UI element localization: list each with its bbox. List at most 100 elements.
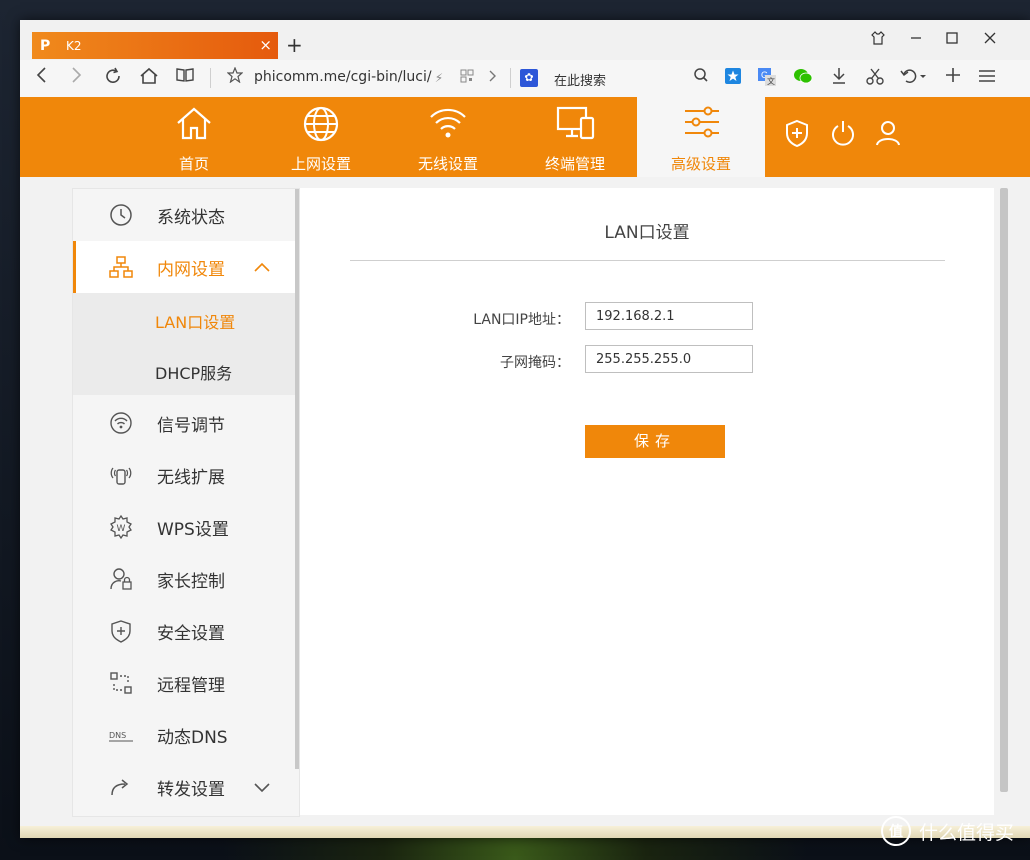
- sidebar-item-wps[interactable]: W WPS设置: [73, 501, 295, 553]
- watermark-logo: 值: [880, 816, 911, 846]
- phicomm-logo-icon: P: [40, 37, 51, 54]
- sidebar-item-extender[interactable]: 无线扩展: [73, 449, 295, 501]
- extender-icon: [109, 463, 133, 487]
- sidebar-item-label: 远程管理: [157, 675, 225, 696]
- reload-icon[interactable]: [102, 67, 124, 91]
- sidebar-item-security[interactable]: 安全设置: [73, 605, 295, 657]
- sidebar-item-label: 系统状态: [157, 207, 225, 228]
- signal-icon: [109, 411, 133, 435]
- sidebar-item-label: 信号调节: [157, 415, 225, 436]
- lan-ip-input[interactable]: 192.168.2.1: [585, 302, 753, 330]
- footer-strip: [20, 826, 1030, 838]
- page-title: LAN口设置: [604, 223, 690, 243]
- home-nav-icon[interactable]: [138, 67, 160, 91]
- clock-icon: [109, 203, 133, 227]
- sidebar: 系统状态 内网设置 LAN口设置 DHCP服务 信号调节 无线扩展 W WPS设…: [72, 188, 300, 817]
- search-input[interactable]: 在此搜索: [554, 70, 606, 89]
- minimize-button[interactable]: [906, 30, 926, 49]
- menu-devices-label: 终端管理: [544, 155, 605, 173]
- screenshot-scissors-icon[interactable]: [864, 67, 886, 91]
- parent-control-icon: [109, 567, 133, 591]
- maximize-button[interactable]: [942, 30, 962, 49]
- forward-icon: [109, 775, 133, 799]
- sidebar-item-label: 安全设置: [157, 623, 225, 644]
- sidebar-subitem-dhcp[interactable]: DHCP服务: [73, 344, 295, 395]
- sidebar-subitem-label: LAN口设置: [155, 313, 236, 332]
- search-icon[interactable]: [690, 67, 712, 89]
- sidebar-scrollbar[interactable]: [295, 189, 299, 769]
- sidebar-item-parental-control[interactable]: 家长控制: [73, 553, 295, 605]
- sliders-icon: [685, 106, 719, 138]
- menu-wireless-label: 无线设置: [417, 155, 478, 173]
- menu-home[interactable]: 首页: [139, 97, 249, 177]
- navigation-bar: phicomm.me/cgi-bin/luci/ ⚡ ✿ 在此搜索 G文: [20, 60, 1030, 98]
- browser-tab[interactable]: P K2 ×: [32, 32, 278, 59]
- power-icon[interactable]: [830, 119, 856, 151]
- menu-home-label: 首页: [178, 155, 209, 173]
- main-panel: LAN口设置 LAN口IP地址： 192.168.2.1 子网掩码： 255.2…: [300, 188, 994, 815]
- svg-text:DNS: DNS: [109, 731, 126, 740]
- sidebar-item-ddns[interactable]: DNS 动态DNS: [73, 709, 295, 761]
- watermark: 值 什么值得买: [880, 816, 1014, 846]
- download-icon[interactable]: [828, 67, 850, 91]
- sidebar-item-signal[interactable]: 信号调节: [73, 397, 295, 449]
- svg-text:W: W: [117, 524, 126, 534]
- favorites-icon[interactable]: [722, 67, 744, 91]
- menu-advanced[interactable]: 高级设置: [637, 97, 765, 177]
- qr-code-icon[interactable]: [456, 67, 478, 89]
- sidebar-item-label: 动态DNS: [157, 727, 228, 748]
- back-icon[interactable]: [30, 67, 52, 89]
- bookmark-star-icon[interactable]: [224, 66, 246, 89]
- network-icon: [109, 255, 133, 279]
- user-icon[interactable]: [875, 119, 901, 151]
- shirt-icon[interactable]: [868, 30, 888, 49]
- title-bar: P K2 × +: [20, 20, 1030, 60]
- home-icon: [177, 107, 211, 140]
- sidebar-item-label: 无线扩展: [157, 467, 225, 488]
- new-tab-button[interactable]: +: [286, 33, 303, 57]
- menu-icon[interactable]: [976, 67, 998, 89]
- menu-internet[interactable]: 上网设置: [266, 97, 376, 177]
- subnet-mask-label: 子网掩码：: [500, 355, 570, 371]
- menu-devices[interactable]: 终端管理: [520, 97, 630, 177]
- sidebar-item-label: 转发设置: [157, 779, 225, 800]
- watermark-text: 什么值得买: [918, 821, 1014, 844]
- menu-advanced-label: 高级设置: [670, 155, 731, 173]
- lightning-icon[interactable]: ⚡: [428, 67, 450, 89]
- forward-icon[interactable]: [66, 67, 88, 89]
- sidebar-item-forwarding[interactable]: 转发设置: [73, 761, 295, 813]
- chevron-right-icon[interactable]: [482, 67, 504, 89]
- add-icon[interactable]: [942, 67, 964, 89]
- sidebar-item-remote[interactable]: 远程管理: [73, 657, 295, 709]
- chevron-up-icon: [253, 258, 271, 277]
- translate-icon[interactable]: G文: [756, 67, 778, 93]
- separator: [510, 68, 511, 88]
- undo-icon[interactable]: [900, 67, 926, 91]
- sidebar-item-label: WPS设置: [157, 519, 229, 540]
- separator: [210, 68, 211, 88]
- chevron-down-icon: [253, 778, 271, 797]
- tab-close-icon[interactable]: ×: [259, 36, 272, 54]
- remote-icon: [109, 671, 133, 695]
- paw-icon[interactable]: ✿: [520, 69, 538, 87]
- close-window-button[interactable]: [980, 30, 1000, 49]
- browser-window: P K2 × + phicomm.me/cgi-bin/luci/ ⚡ ✿ 在此…: [20, 20, 1030, 838]
- title-divider: [350, 260, 945, 261]
- subnet-mask-input[interactable]: 255.255.255.0: [585, 345, 753, 373]
- wechat-icon[interactable]: [792, 67, 814, 91]
- sidebar-item-system-status[interactable]: 系统状态: [73, 189, 295, 241]
- reading-mode-icon[interactable]: [174, 67, 196, 89]
- sidebar-item-lan[interactable]: 内网设置: [73, 241, 298, 293]
- sidebar-subitem-label: DHCP服务: [155, 364, 233, 383]
- wifi-icon: [430, 108, 466, 138]
- menu-wireless[interactable]: 无线设置: [393, 97, 503, 177]
- shield-plus-header-icon[interactable]: [785, 119, 809, 151]
- svg-text:文: 文: [767, 76, 775, 86]
- main-scrollbar[interactable]: [1000, 188, 1008, 792]
- url-field[interactable]: phicomm.me/cgi-bin/luci/: [254, 69, 432, 85]
- save-button[interactable]: 保存: [585, 425, 725, 458]
- sidebar-subitem-lan-port[interactable]: LAN口设置: [73, 293, 295, 344]
- sidebar-item-label: 家长控制: [157, 571, 225, 592]
- shield-plus-icon: [109, 619, 133, 643]
- router-header: 首页 上网设置 无线设置 终端管理 高级设置: [20, 97, 1030, 177]
